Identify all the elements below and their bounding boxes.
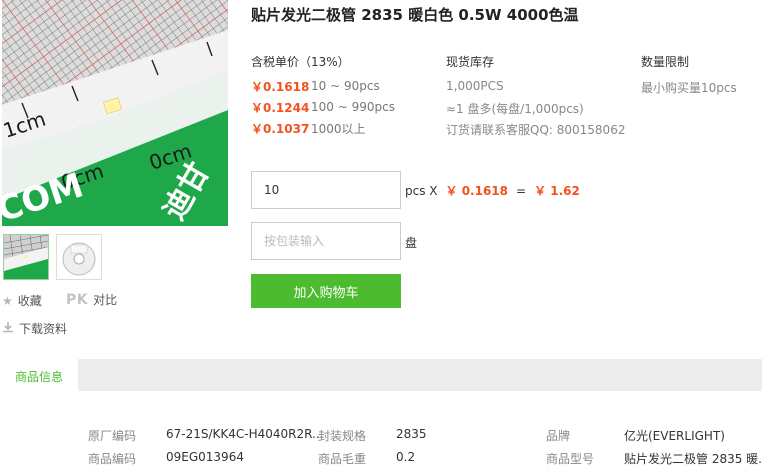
spec-value: 亿光(EVERLIGHT) bbox=[624, 429, 725, 443]
add-to-cart-button[interactable]: 加入购物车 bbox=[251, 274, 401, 308]
product-main-image[interactable]: 1cm 0cm 0cm COM 迪甘 bbox=[2, 0, 228, 226]
spec-label: 商品型号 bbox=[546, 452, 595, 466]
unit-reel: 盘 bbox=[405, 236, 418, 250]
spec-label: 原厂编码 bbox=[88, 429, 137, 443]
spec-value: 贴片发光二极管 2835 暖... bbox=[624, 452, 762, 466]
spec-value: 67-21S/KK4C-H4040R2R... bbox=[166, 427, 324, 441]
tab-product-info[interactable]: 商品信息 bbox=[0, 359, 78, 391]
limit-header: 数量限制 bbox=[641, 55, 690, 69]
stock-reel-info: ≈1 盘多(每盘/1,000pcs) bbox=[446, 102, 584, 116]
spec-label: 品牌 bbox=[546, 429, 571, 443]
spec-label: 封装规格 bbox=[318, 429, 367, 443]
purchase-limit: 最小购买量10pcs bbox=[641, 81, 737, 95]
pk-icon: PK bbox=[66, 291, 89, 308]
tier-price: ￥0.1037 bbox=[251, 121, 310, 136]
tier-price: ￥0.1618 bbox=[251, 79, 310, 94]
thumb-board-image bbox=[4, 235, 48, 279]
total-price: ￥ 1.62 bbox=[534, 184, 580, 198]
stock-contact: 订货请联系客服QQ: 800158062 bbox=[446, 123, 626, 137]
stock-quantity: 1,000PCS bbox=[446, 79, 504, 93]
thumb-reel-image bbox=[57, 235, 101, 279]
spec-value: 09EG013964 bbox=[166, 450, 244, 464]
favorite-label: 收藏 bbox=[17, 294, 42, 308]
spec-label: 商品编码 bbox=[88, 452, 137, 466]
spec-label: 商品毛重 bbox=[318, 452, 367, 466]
price-tier: ￥0.1244 100 ~ 990pcs bbox=[251, 99, 395, 115]
stock-header: 现货库存 bbox=[446, 55, 495, 69]
compare-label: 对比 bbox=[93, 293, 118, 307]
product-title: 贴片发光二极管 2835 暖白色 0.5W 4000色温 bbox=[251, 6, 579, 24]
tier-price: ￥0.1244 bbox=[251, 100, 310, 115]
thumb-reel[interactable] bbox=[56, 234, 102, 280]
unit-price: ￥ 0.1618 bbox=[445, 184, 509, 198]
thumb-board[interactable] bbox=[3, 234, 49, 280]
price-calculation: pcs X ￥ 0.1618 = ￥ 1.62 bbox=[405, 182, 580, 199]
product-photo: 1cm 0cm 0cm COM 迪甘 bbox=[2, 0, 228, 226]
unit-pcs: pcs X bbox=[405, 183, 438, 198]
tab-bar bbox=[0, 359, 762, 391]
equals-sign: = bbox=[516, 183, 527, 198]
spec-value: 2835 bbox=[396, 427, 427, 441]
tier-qty: 1000以上 bbox=[311, 121, 366, 136]
tier-qty: 100 ~ 990pcs bbox=[311, 100, 395, 114]
spec-value: 0.2 bbox=[396, 450, 416, 464]
star-icon: ★ bbox=[2, 293, 13, 308]
compare-link[interactable]: PK 对比 bbox=[66, 291, 117, 308]
download-label: 下载资料 bbox=[19, 322, 68, 336]
quantity-input[interactable] bbox=[251, 171, 401, 209]
price-tier: ￥0.1618 10 ~ 90pcs bbox=[251, 78, 380, 94]
price-header: 含税单价（13%） bbox=[251, 55, 350, 69]
favorite-link[interactable]: ★ 收藏 bbox=[2, 292, 42, 309]
tier-qty: 10 ~ 90pcs bbox=[311, 79, 380, 93]
download-icon bbox=[2, 321, 14, 336]
price-tier: ￥0.1037 1000以上 bbox=[251, 120, 366, 136]
download-docs-link[interactable]: 下载资料 bbox=[2, 320, 67, 337]
reel-quantity-input[interactable] bbox=[251, 222, 401, 260]
